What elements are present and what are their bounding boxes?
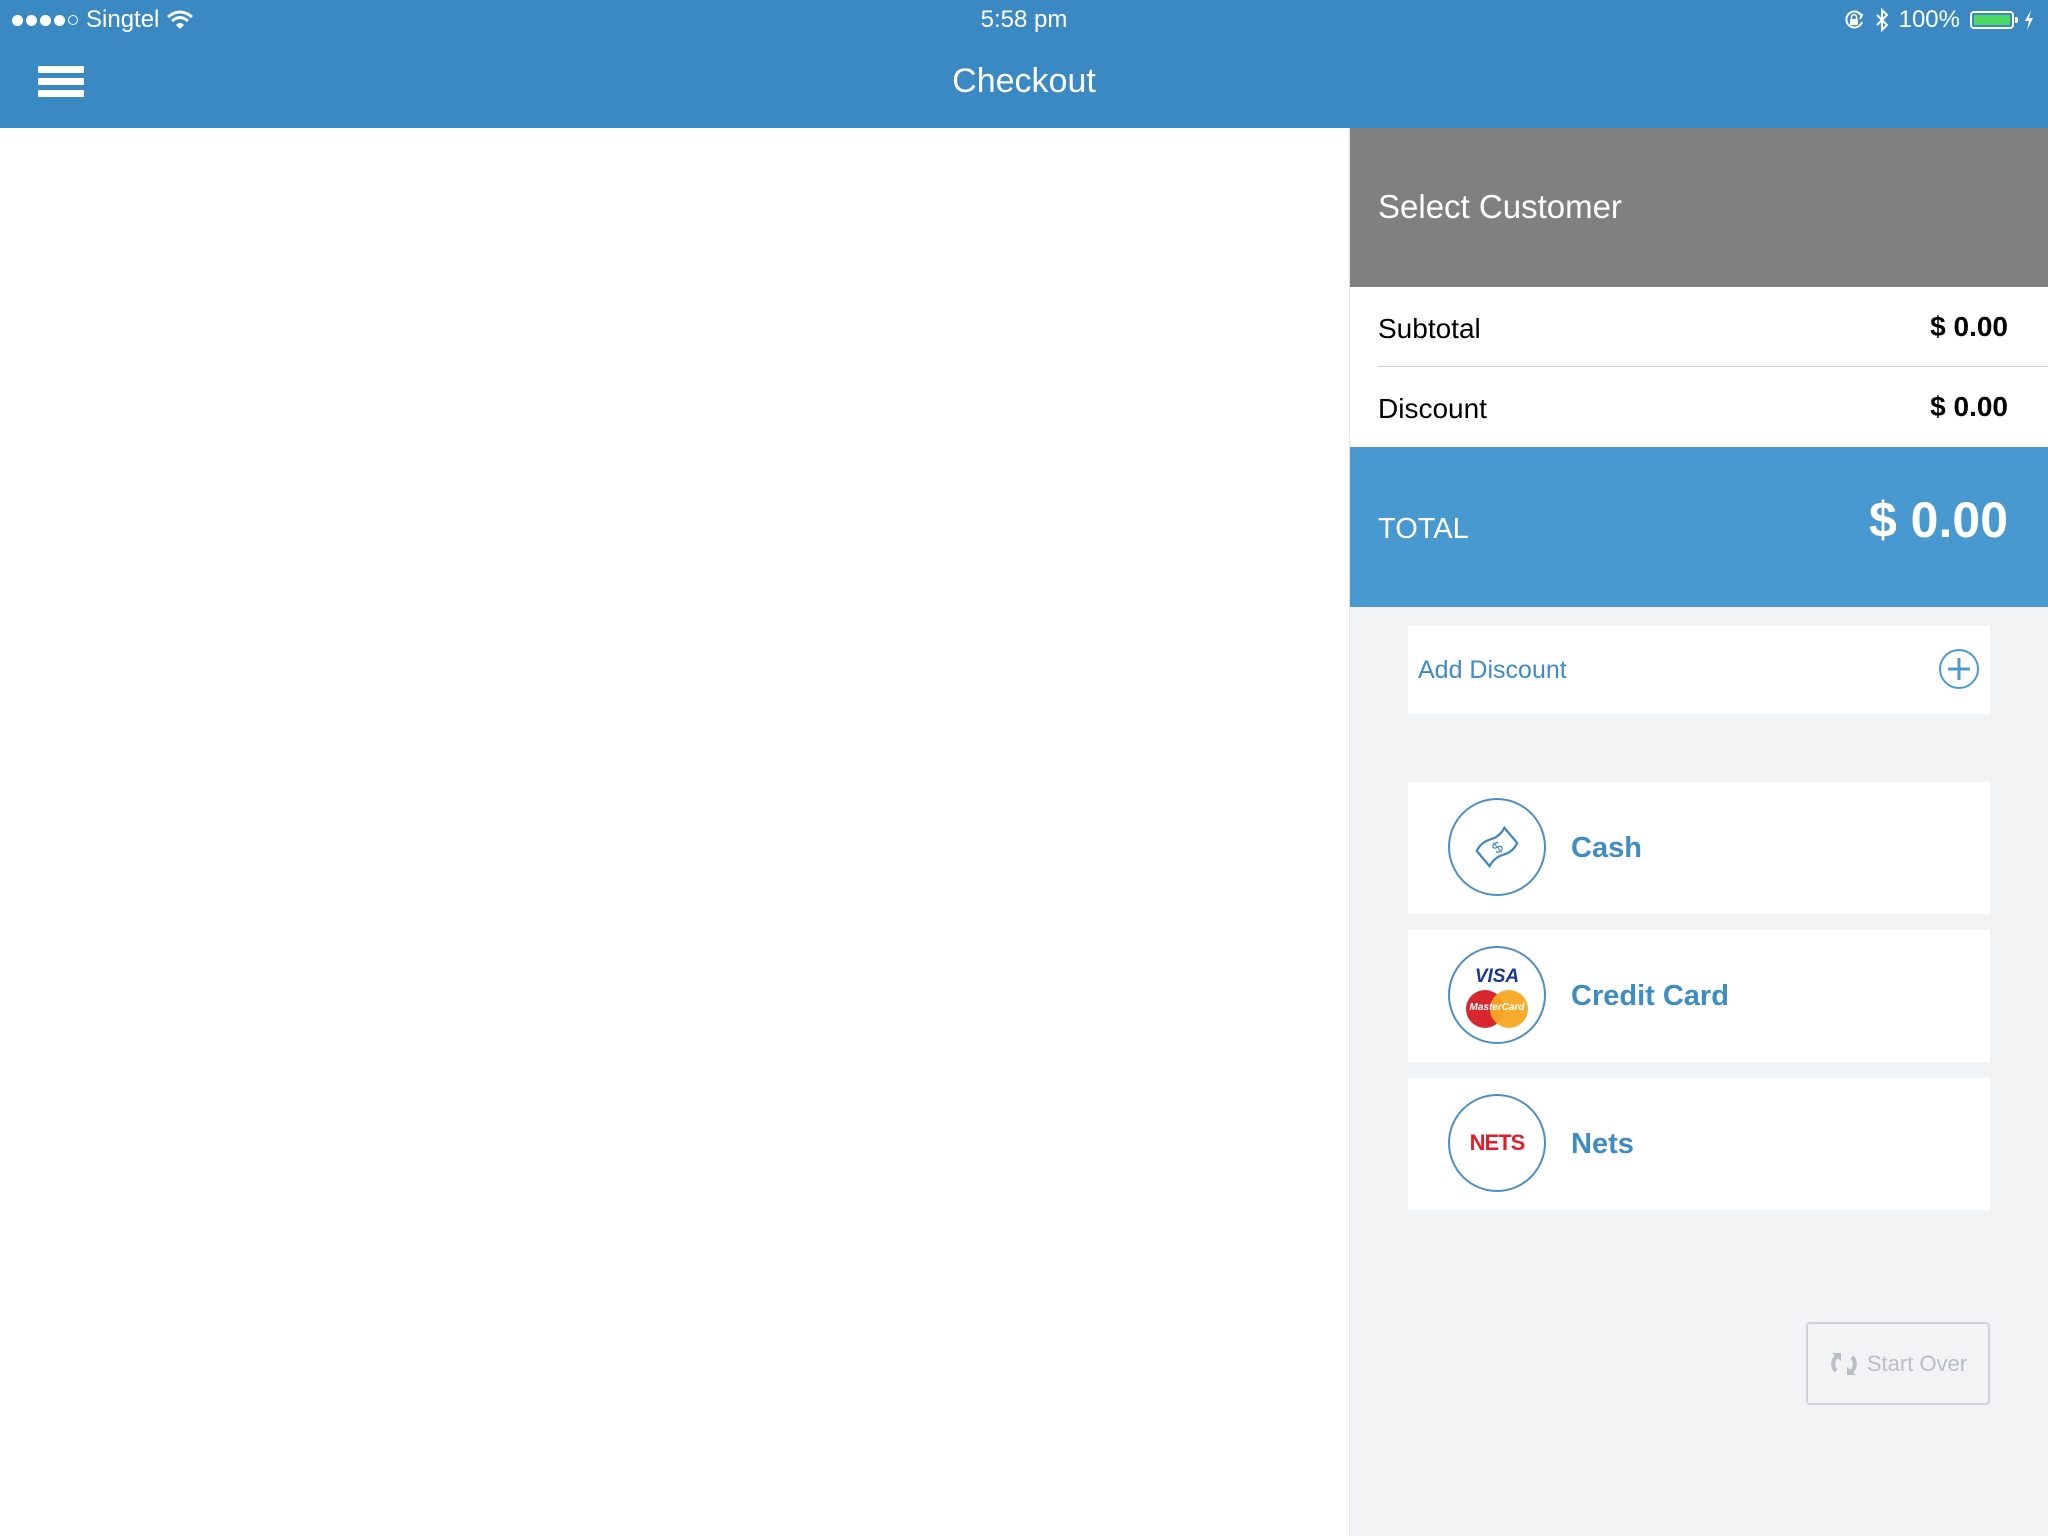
cash-icon: $: [1448, 798, 1546, 896]
subtotal-value: $ 0.00: [1930, 311, 2008, 342]
add-discount-label: Add Discount: [1418, 656, 1567, 684]
status-right: 100%: [1843, 6, 2034, 34]
plus-circle-icon[interactable]: [1938, 648, 1980, 690]
rotation-lock-icon: [1845, 10, 1863, 29]
visa-mastercard-icon: VISA MasterCard: [1448, 946, 1546, 1044]
status-bar: Singtel 5:58 pm 100%: [0, 0, 2048, 42]
payment-nets-button[interactable]: NETS Nets: [1408, 1078, 1990, 1210]
start-over-label: Start Over: [1866, 1350, 1968, 1376]
refresh-icon: [1831, 1352, 1857, 1375]
clock: 5:58 pm: [980, 6, 1068, 33]
cart-items-area: [0, 128, 1350, 1536]
mastercard-logo: MasterCard: [1466, 990, 1528, 1028]
discount-row: Discount $ 0.00: [1350, 367, 2048, 447]
payment-nets-label: Nets: [1571, 1128, 1634, 1160]
battery-icon: [1970, 11, 2018, 29]
nets-logo: NETS: [1469, 1130, 1526, 1155]
visa-logo: VISA: [1474, 966, 1520, 987]
nets-icon: NETS: [1448, 1094, 1546, 1192]
subtotal-label: Subtotal: [1378, 313, 1481, 344]
bluetooth-icon: [1875, 8, 1889, 32]
select-customer-label: Select Customer: [1378, 188, 1622, 225]
total-row: TOTAL $ 0.00: [1350, 447, 2048, 607]
discount-label: Discount: [1378, 393, 1487, 424]
checkout-panel: Select Customer Subtotal $ 0.00 Discount…: [1350, 128, 2048, 1536]
start-over-button[interactable]: Start Over: [1806, 1322, 1990, 1405]
payment-cash-button[interactable]: $ Cash: [1408, 782, 1990, 914]
subtotal-row: Subtotal $ 0.00: [1350, 287, 2048, 367]
total-value: $ 0.00: [1868, 492, 2008, 548]
nav-bar: Checkout: [0, 42, 2048, 128]
battery-percent: 100%: [1898, 6, 1960, 33]
payment-credit-card-label: Credit Card: [1571, 980, 1729, 1012]
add-discount-button[interactable]: Add Discount: [1408, 626, 1990, 714]
payment-credit-card-button[interactable]: VISA MasterCard Credit Card: [1408, 930, 1990, 1062]
charging-icon: [2025, 10, 2033, 30]
page-title: Checkout: [952, 62, 1096, 100]
total-label: TOTAL: [1378, 513, 1469, 545]
discount-value: $ 0.00: [1930, 391, 2008, 422]
payment-cash-label: Cash: [1571, 832, 1642, 864]
select-customer-button[interactable]: Select Customer: [1350, 128, 2048, 287]
